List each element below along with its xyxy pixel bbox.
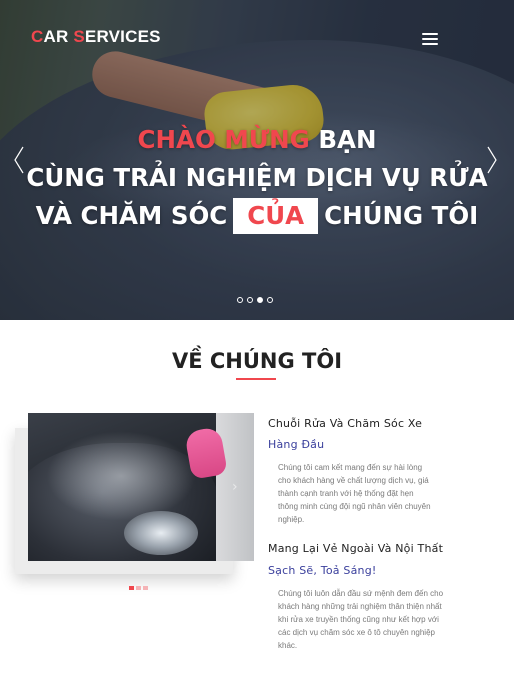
- feature-2-line: Chúng tôi luôn dẫn đầu sứ mệnh đem đến c…: [278, 589, 444, 598]
- brand-word-car: AR: [43, 27, 74, 46]
- feature-1-subtitle: Hàng Đầu: [268, 438, 325, 451]
- slider-dot[interactable]: [257, 297, 263, 303]
- feature-2-description: Chúng tôi luôn dẫn đầu sứ mệnh đem đến c…: [278, 587, 468, 652]
- chevron-right-icon[interactable]: [486, 146, 498, 174]
- brand-letter-s: S: [73, 27, 85, 46]
- feature-1-line: nghiệp.: [278, 515, 305, 524]
- photo-headlight: [124, 511, 198, 555]
- hero-line-2: CÙNG TRẢI NGHIỆM DỊCH VỤ RỬA: [26, 163, 488, 192]
- hamburger-icon[interactable]: [422, 33, 438, 47]
- hero-slider: CAR SERVICES CHÀO MỪNG BẠN CÙNG TRẢI NGH…: [0, 0, 514, 320]
- brand-letter-c: C: [31, 27, 44, 46]
- hero-welcome-text: CHÀO MỪNG: [137, 125, 310, 154]
- feature-2-line: khác.: [278, 641, 298, 650]
- slider-indicators: [237, 297, 273, 303]
- gallery-dot[interactable]: [143, 586, 148, 590]
- hero-line-3: VÀ CHĂM SÓC CỦA CHÚNG TÔI: [0, 197, 514, 235]
- hero-headline: CHÀO MỪNG BẠN CÙNG TRẢI NGHIỆM DỊCH VỤ R…: [0, 121, 514, 235]
- feature-1-line: thành cạnh tranh với hệ thống đặt hẹn: [278, 489, 414, 498]
- feature-2-line: khách hàng những trải nghiệm thân thiện …: [278, 602, 442, 611]
- feature-2-line: các dịch vụ chăm sóc xe ô tô chuyên nghi…: [278, 628, 435, 637]
- feature-2-title: Mang Lại Vẻ Ngoài Và Nội Thất: [268, 542, 444, 555]
- feature-1-line: cho khách hàng về chất lượng dịch vụ, gi…: [278, 476, 429, 485]
- slider-dot[interactable]: [267, 297, 273, 303]
- feature-1-line: Chúng tôi cam kết mang đến sự hài lòng: [278, 463, 423, 472]
- hero-us-text: CHÚNG TÔI: [324, 201, 479, 230]
- hero-boxed-word: CỦA: [233, 198, 319, 234]
- slider-dot[interactable]: [237, 297, 243, 303]
- gallery-dot[interactable]: [129, 586, 134, 590]
- photo-foam: [46, 431, 196, 521]
- brand-logo[interactable]: CAR SERVICES: [31, 27, 161, 47]
- navbar: CAR SERVICES: [0, 0, 514, 72]
- hero-care-text: VÀ CHĂM SÓC: [35, 201, 228, 230]
- title-underline: [236, 378, 276, 380]
- brand-word-services: ERVICES: [84, 27, 161, 46]
- hamburger-bar: [422, 43, 438, 45]
- hamburger-bar: [422, 38, 438, 40]
- gallery-pager: [129, 586, 148, 590]
- gallery-next-icon[interactable]: ›: [232, 479, 238, 495]
- feature-2-line: khi rửa xe truyền thống cũng như kết hợp…: [278, 615, 439, 624]
- hamburger-bar: [422, 33, 438, 35]
- about-title: VỀ CHÚNG TÔI: [171, 349, 343, 373]
- slider-dot[interactable]: [247, 297, 253, 303]
- chevron-left-icon[interactable]: [13, 146, 25, 174]
- feature-2-subtitle: Sạch Sẽ, Toả Sáng!: [268, 564, 377, 577]
- feature-1-title: Chuỗi Rửa Và Chăm Sóc Xe: [268, 417, 423, 430]
- feature-1-line: thông minh cùng đội ngũ nhân viên chuyên: [278, 502, 431, 511]
- gallery-dot[interactable]: [136, 586, 141, 590]
- hero-you-text: BẠN: [309, 125, 377, 154]
- hero-line-1: CHÀO MỪNG BẠN: [0, 121, 514, 159]
- feature-1-description: Chúng tôi cam kết mang đến sự hài lòng c…: [278, 461, 468, 526]
- car-wash-photo: ›: [28, 413, 254, 561]
